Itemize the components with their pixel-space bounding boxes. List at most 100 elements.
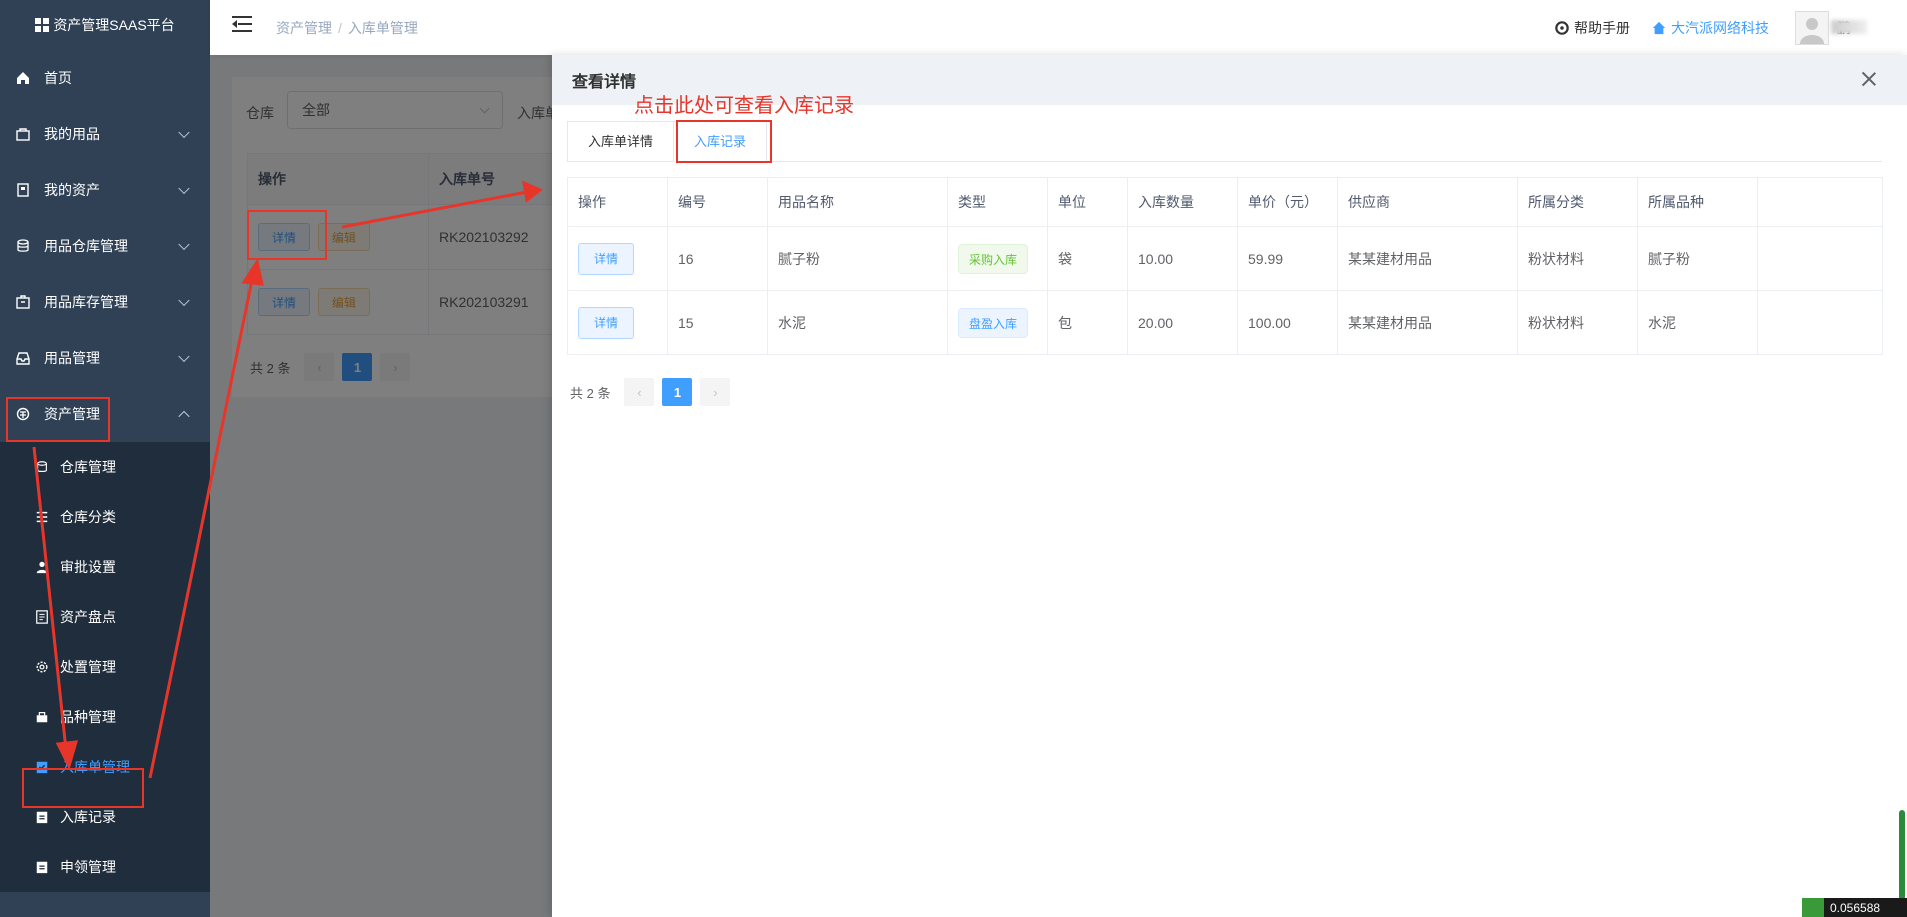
avatar[interactable] xyxy=(1795,10,1829,45)
breadcrumb-item[interactable]: 资产管理 xyxy=(276,20,332,36)
table-cell: 某某建材用品 xyxy=(1337,226,1518,291)
table-cell: 详情 xyxy=(567,290,668,355)
sidebar-subitem-disposal[interactable]: 处置管理 xyxy=(0,642,210,692)
breadcrumb: 资产管理 / 入库单管理 xyxy=(276,18,418,38)
column-header xyxy=(1757,177,1883,227)
box-icon xyxy=(14,293,32,311)
sidebar-item-label: 首页 xyxy=(44,70,72,86)
tab-order-detail[interactable]: 入库单详情 xyxy=(567,121,675,161)
chevron-down-icon xyxy=(178,238,190,251)
column-header: 类型 xyxy=(947,177,1048,227)
scrollbar[interactable] xyxy=(1899,70,1905,910)
prev-page-button[interactable]: ‹ xyxy=(624,378,655,406)
sidebar-item-supply-warehouse[interactable]: 用品仓库管理 xyxy=(0,218,210,274)
sidebar-item-label: 用品仓库管理 xyxy=(44,238,128,254)
app-logo[interactable]: 资产管理SAAS平台 xyxy=(0,0,210,50)
sidebar-subitem-label: 仓库管理 xyxy=(60,459,116,475)
database-icon xyxy=(14,237,32,255)
clipboard-icon xyxy=(34,809,50,825)
table-cell: 15 xyxy=(667,290,768,355)
pagination-total: 共 2 条 xyxy=(570,385,611,401)
badge-icon xyxy=(1802,898,1824,917)
table-cell: 包 xyxy=(1047,290,1128,355)
sidebar-item-label: 用品库存管理 xyxy=(44,294,128,310)
user-name-blur xyxy=(1831,20,1867,34)
next-page-button[interactable]: › xyxy=(700,378,731,406)
detail-button[interactable]: 详情 xyxy=(578,242,635,275)
breadcrumb-current: 入库单管理 xyxy=(347,20,418,36)
bag-icon xyxy=(34,709,50,725)
building-icon xyxy=(14,181,32,199)
table-cell: 腻子粉 xyxy=(767,226,948,291)
help-label: 帮助手册 xyxy=(1574,19,1630,36)
detail-button[interactable]: 详情 xyxy=(578,306,635,339)
column-header: 编号 xyxy=(667,177,768,227)
table-cell: 水泥 xyxy=(767,290,948,355)
table-cell: 粉状材料 xyxy=(1517,290,1638,355)
table-cell: 盘盈入库 xyxy=(947,290,1048,355)
breadcrumb-separator: / xyxy=(338,20,342,36)
sidebar-item-label: 用品管理 xyxy=(44,350,100,366)
sidebar-item-my-assets[interactable]: 我的资产 xyxy=(0,162,210,218)
table-cell: 水泥 xyxy=(1637,290,1758,355)
chevron-up-icon xyxy=(178,410,190,423)
sidebar-item-supply-manage[interactable]: 用品管理 xyxy=(0,330,210,386)
annotation-text: 点击此处可查看入库记录 xyxy=(634,95,854,117)
corner-badge: 0.056588 xyxy=(1802,898,1907,917)
hamburger-icon[interactable] xyxy=(232,16,252,32)
app-title: 资产管理SAAS平台 xyxy=(53,17,175,33)
table-cell: 某某建材用品 xyxy=(1337,290,1518,355)
sidebar-subitem-warehouse-category[interactable]: 仓库分类 xyxy=(0,492,210,542)
table-cell: 100.00 xyxy=(1237,290,1338,355)
sidebar-subitem-warehouse[interactable]: 仓库管理 xyxy=(0,442,210,492)
user-icon xyxy=(34,559,50,575)
table-cell xyxy=(1757,226,1883,291)
inbox-icon xyxy=(14,349,32,367)
table-cell: 16 xyxy=(667,226,768,291)
chevron-down-icon xyxy=(178,294,190,307)
close-icon[interactable] xyxy=(1861,71,1877,87)
column-header: 所属品种 xyxy=(1637,177,1758,227)
sidebar-item-supply-stock[interactable]: 用品库存管理 xyxy=(0,274,210,330)
header-right: 帮助手册 大汽派网络科技 鹏 xyxy=(1555,0,1907,55)
grid-icon xyxy=(35,18,50,32)
company-link[interactable]: 大汽派网络科技 xyxy=(1652,18,1769,38)
table-cell: 10.00 xyxy=(1127,226,1238,291)
scrollbar-thumb[interactable] xyxy=(1899,810,1905,900)
inbound-record-table: 操作 编号 用品名称 类型 单位 入库数量 单价（元） 供应商 所属分类 所属品… xyxy=(567,177,1883,355)
sidebar-item-home[interactable]: 首页 xyxy=(0,50,210,106)
document-icon xyxy=(34,609,50,625)
table-row: 详情 15 水泥 盘盈入库 包 20.00 100.00 某某建材用品 粉状材料… xyxy=(567,290,1883,355)
sidebar-subitem-approval[interactable]: 审批设置 xyxy=(0,542,210,592)
column-header: 供应商 xyxy=(1337,177,1518,227)
help-manual-link[interactable]: 帮助手册 xyxy=(1555,18,1630,38)
home-icon xyxy=(14,69,32,87)
column-header: 入库数量 xyxy=(1127,177,1238,227)
sidebar-subitem-variety[interactable]: 品种管理 xyxy=(0,692,210,742)
sidebar-subitem-label: 审批设置 xyxy=(60,559,116,575)
page-number-button[interactable]: 1 xyxy=(662,378,693,406)
table-header-row: 操作 编号 用品名称 类型 单位 入库数量 单价（元） 供应商 所属分类 所属品… xyxy=(567,177,1883,227)
drawer-title: 查看详情 xyxy=(572,74,637,91)
drawer-pagination: 共 2 条 ‹ 1 › xyxy=(570,378,731,406)
database-icon xyxy=(34,459,50,475)
sidebar-item-my-supplies[interactable]: 我的用品 xyxy=(0,106,210,162)
clipboard-icon xyxy=(34,859,50,875)
sidebar-subitem-label: 资产盘点 xyxy=(60,609,116,625)
sidebar-subitem-label: 申领管理 xyxy=(60,859,116,875)
badge-text: 0.056588 xyxy=(1830,900,1881,915)
bag-icon xyxy=(14,125,32,143)
sidebar-subitem-requisition[interactable]: 申领管理 xyxy=(0,842,210,892)
top-header: 资产管理 / 入库单管理 帮助手册 大汽派网络科技 鹏 xyxy=(210,0,1907,55)
type-tag: 采购入库 xyxy=(958,243,1029,274)
type-tag: 盘盈入库 xyxy=(958,307,1029,338)
sidebar-subitem-inventory[interactable]: 资产盘点 xyxy=(0,592,210,642)
company-name: 大汽派网络科技 xyxy=(1671,19,1769,36)
home-icon xyxy=(1652,21,1666,34)
sidebar-subitem-label: 仓库分类 xyxy=(60,509,116,525)
table-cell: 采购入库 xyxy=(947,226,1048,291)
column-header: 所属分类 xyxy=(1517,177,1638,227)
column-header: 单价（元） xyxy=(1237,177,1338,227)
list-icon xyxy=(34,509,50,525)
help-circle-icon xyxy=(1555,20,1569,35)
